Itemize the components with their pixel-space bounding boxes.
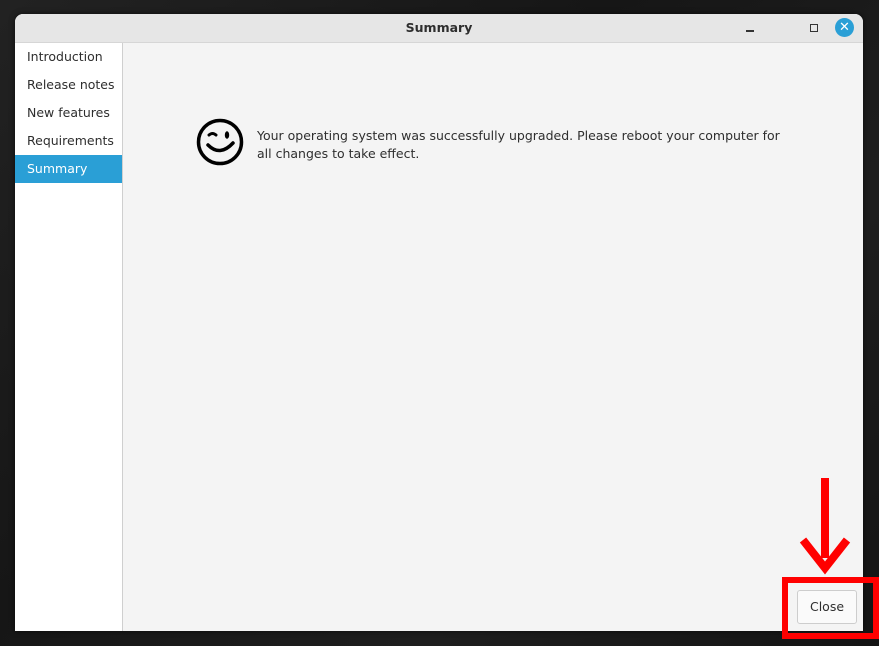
main-content: Your operating system was successfully u… [123,43,863,631]
close-window-button[interactable]: ✕ [835,18,854,37]
annotation-highlight-box [782,577,879,639]
annotation-arrow-icon [799,478,851,575]
sidebar: Introduction Release notes New features … [15,43,123,631]
winking-face-icon [196,118,244,166]
summary-window: Summary ✕ Introduction Release notes New… [15,14,863,631]
sidebar-item-introduction[interactable]: Introduction [15,43,122,71]
message-row: Your operating system was successfully u… [195,118,795,167]
maximize-button[interactable] [805,19,823,37]
sidebar-item-new-features[interactable]: New features [15,99,122,127]
sidebar-item-requirements[interactable]: Requirements [15,127,122,155]
title-bar[interactable]: Summary ✕ [15,14,863,43]
sidebar-item-summary[interactable]: Summary [15,155,122,183]
close-icon: ✕ [839,20,850,35]
window-title: Summary [405,20,473,35]
sidebar-item-release-notes[interactable]: Release notes [15,71,122,99]
minimize-button[interactable] [742,19,760,37]
upgrade-success-message: Your operating system was successfully u… [257,128,780,161]
